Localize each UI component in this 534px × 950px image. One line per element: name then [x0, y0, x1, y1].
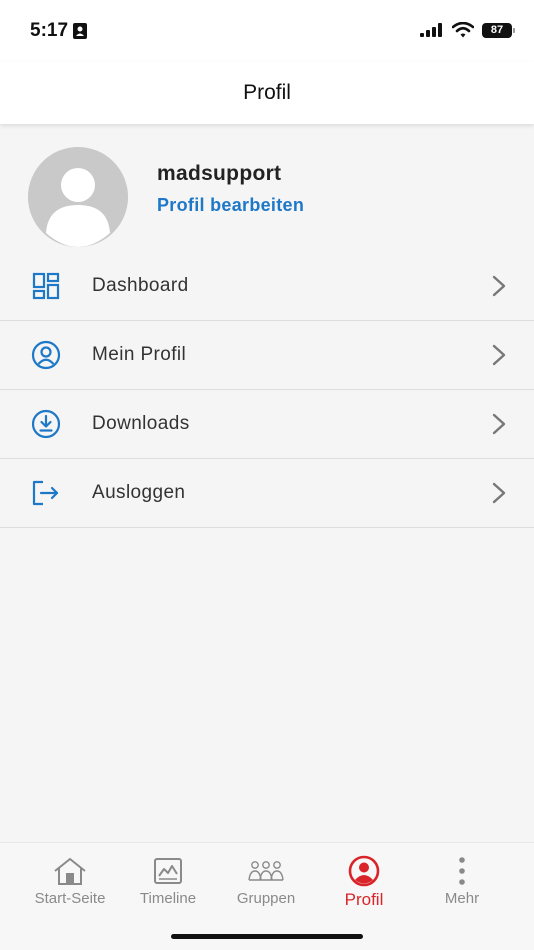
menu-item-downloads[interactable]: Downloads [0, 390, 534, 459]
menu-item-label: Dashboard [92, 275, 189, 296]
avatar-placeholder-icon [28, 147, 128, 247]
chevron-right-icon [492, 413, 506, 435]
avatar[interactable] [28, 147, 128, 247]
battery-icon: 87 [482, 22, 515, 38]
tab-label: Start-Seite [34, 890, 106, 907]
menu-item-dashboard[interactable]: Dashboard [0, 252, 534, 321]
page-title: Profil [243, 81, 291, 104]
chevron-right-icon [492, 344, 506, 366]
status-time-group: 5:17 [30, 20, 88, 42]
tab-label: Gruppen [236, 890, 296, 907]
groups-icon [247, 855, 285, 887]
signal-icon [420, 23, 442, 37]
username: madsupport [157, 162, 282, 185]
tab-gruppen[interactable]: Gruppen [216, 855, 316, 907]
status-time: 5:17 [30, 20, 69, 41]
user-circle-icon [30, 339, 62, 371]
menu-item-label: Downloads [92, 413, 190, 434]
menu-item-ausloggen[interactable]: Ausloggen [0, 459, 534, 528]
battery-level: 87 [490, 24, 504, 36]
status-indicators: 87 [420, 22, 515, 38]
tab-label: Mehr [444, 890, 480, 907]
chevron-right-icon [492, 275, 506, 297]
menu-item-label: Ausloggen [92, 482, 186, 503]
tab-label: Profil [344, 890, 384, 909]
tab-profil[interactable]: Profil [314, 855, 414, 910]
profile-section: madsupport Profil bearbeiten [0, 124, 534, 252]
menu-item-mein-profil[interactable]: Mein Profil [0, 321, 534, 390]
wifi-icon [452, 22, 474, 38]
download-circle-icon [30, 408, 62, 440]
tab-mehr[interactable]: Mehr [412, 855, 512, 907]
status-bar: 5:17 87 [0, 0, 534, 62]
edit-profile-link[interactable]: Profil bearbeiten [157, 195, 304, 216]
home-indicator[interactable] [171, 934, 363, 939]
chevron-right-icon [492, 482, 506, 504]
dashboard-icon [30, 270, 62, 302]
tab-label: Timeline [139, 890, 197, 907]
tab-timeline[interactable]: Timeline [118, 855, 218, 907]
home-icon [52, 855, 88, 887]
profile-icon [347, 855, 381, 887]
contact-card-icon [73, 23, 88, 39]
more-icon [457, 855, 467, 887]
menu-item-label: Mein Profil [92, 344, 187, 365]
timeline-icon [153, 855, 183, 887]
logout-icon [30, 477, 62, 509]
tab-start-seite[interactable]: Start-Seite [20, 855, 120, 907]
profile-menu: Dashboard Mein Profil Downloads Auslogge… [0, 252, 534, 528]
app-header: Profil [0, 62, 534, 124]
